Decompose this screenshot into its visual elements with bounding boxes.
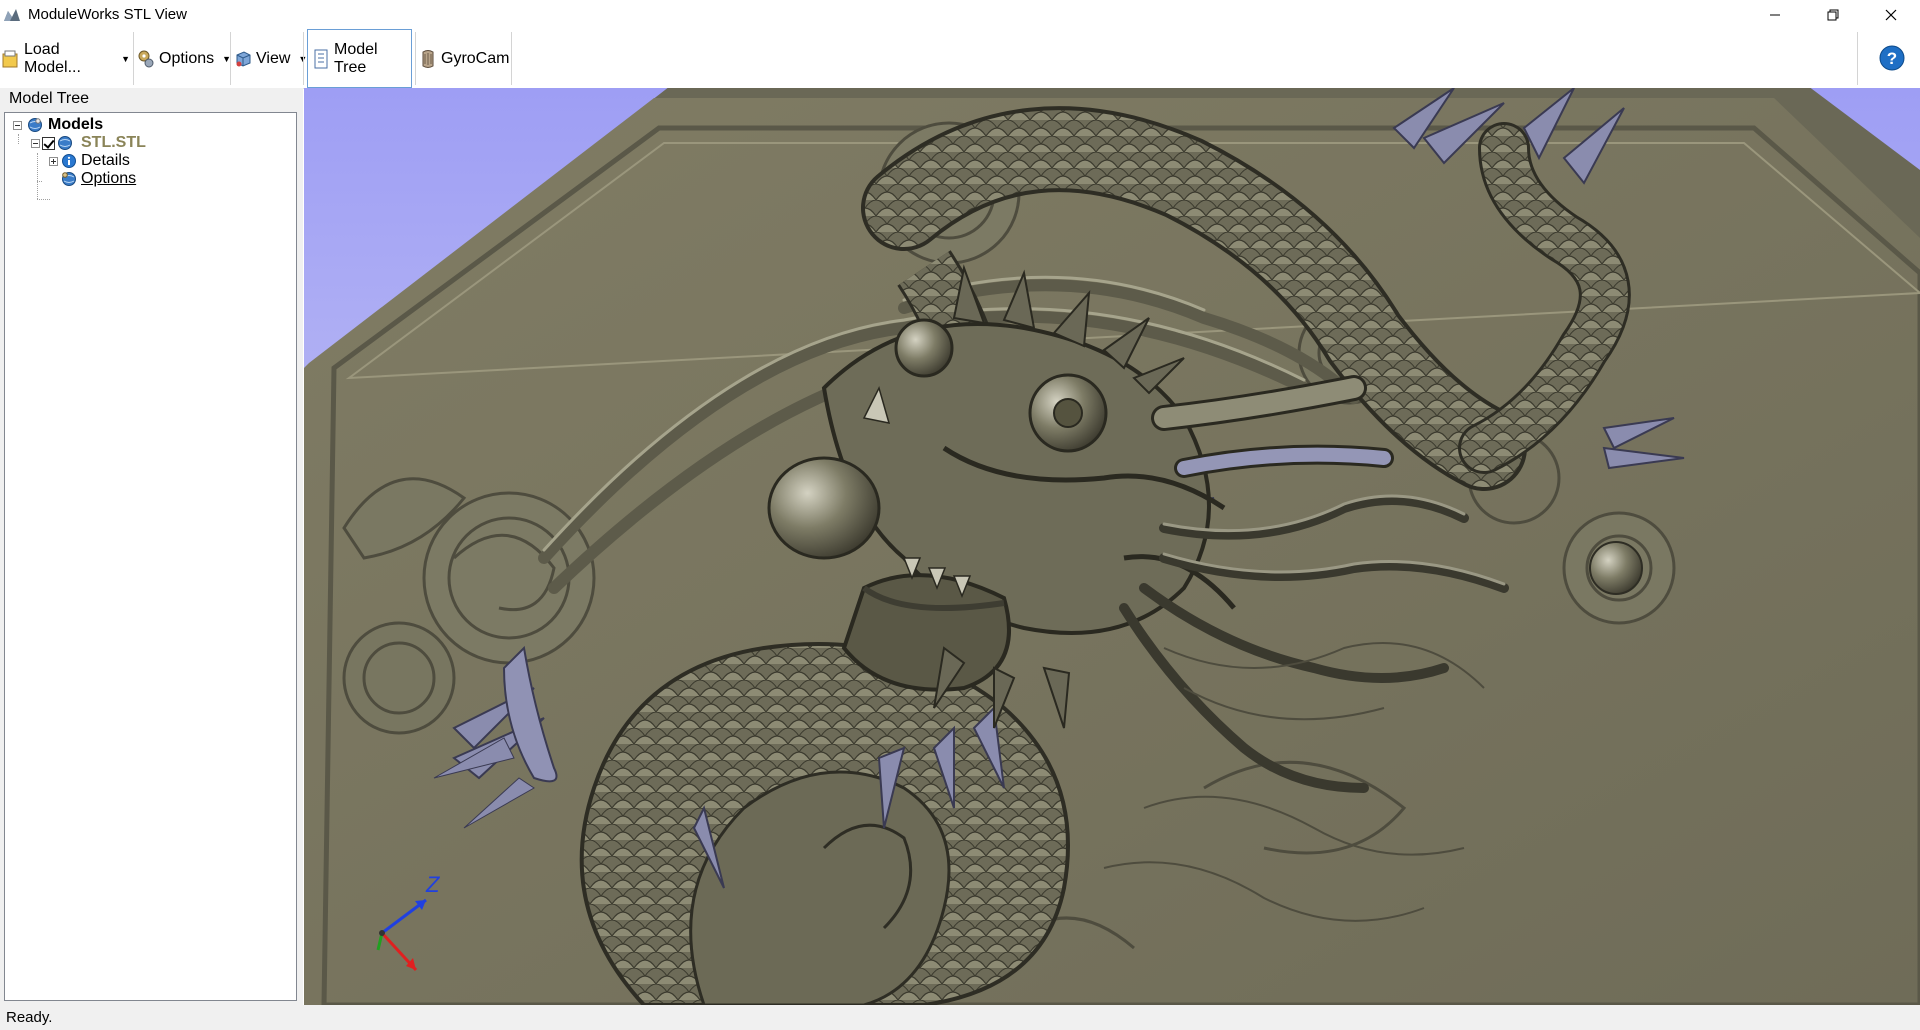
- restore-icon: [1827, 9, 1839, 20]
- window-title: ModuleWorks STL View: [28, 6, 187, 23]
- folder-icon: [2, 49, 20, 69]
- view-button[interactable]: View ▼: [234, 29, 307, 88]
- expand-toggle-icon[interactable]: [49, 156, 58, 166]
- toolbar-separator: [303, 32, 304, 85]
- collapse-toggle-icon[interactable]: [31, 138, 40, 148]
- gyrocam-icon: [419, 49, 437, 69]
- toolbar: Load Model... ▼ Options ▼ View ▼: [0, 29, 1920, 89]
- gyrocam-label: GyroCam: [441, 49, 510, 67]
- tree-doc-icon: [312, 49, 330, 69]
- tree-connector: [37, 153, 38, 199]
- pearl: [1589, 541, 1643, 595]
- model-visible-checkbox[interactable]: [42, 136, 55, 150]
- cube-view-icon: [234, 49, 252, 69]
- status-text: Ready.: [6, 1009, 53, 1026]
- restore-button[interactable]: [1804, 0, 1862, 29]
- svg-text:?: ?: [1887, 49, 1897, 68]
- options-button[interactable]: Options ▼: [137, 29, 231, 88]
- model-tree-button[interactable]: Model Tree: [307, 29, 412, 88]
- toolbar-separator: [230, 32, 231, 85]
- model-tree-panel: Model Tree Models STL.STL Details Option…: [0, 88, 303, 1005]
- toolbar-separator: [1857, 32, 1858, 85]
- load-model-label: Load Model...: [24, 40, 81, 76]
- tree-view[interactable]: Models STL.STL Details Options: [4, 112, 297, 1001]
- tree-connector: [37, 199, 50, 200]
- status-bar: Ready.: [0, 1005, 1920, 1030]
- help-button[interactable]: ?: [1878, 44, 1906, 72]
- collapse-toggle-icon[interactable]: [13, 120, 22, 130]
- gears-icon: [137, 49, 155, 69]
- toolbar-separator: [415, 32, 416, 85]
- minimize-button[interactable]: [1746, 0, 1804, 29]
- moduleworks-logo-icon: [2, 5, 22, 25]
- minimize-icon: [1770, 14, 1780, 15]
- view-label: View: [256, 49, 291, 67]
- help-icon: ?: [1879, 45, 1905, 71]
- globe-icon: [27, 117, 43, 133]
- panel-title: Model Tree: [9, 90, 90, 107]
- tree-label-options: Options: [81, 170, 137, 187]
- close-button[interactable]: [1862, 0, 1920, 29]
- close-icon: [1885, 9, 1897, 20]
- title-bar: ModuleWorks STL View: [0, 0, 1920, 29]
- viewport-canvas: Z: [304, 88, 1920, 1005]
- options-globe-icon: [61, 171, 77, 187]
- tree-connector: [37, 181, 42, 182]
- gyrocam-button[interactable]: GyroCam: [419, 29, 509, 88]
- 3d-viewport[interactable]: Z: [304, 88, 1920, 1005]
- options-label: Options: [159, 49, 215, 67]
- globe-icon: [57, 135, 73, 151]
- model-tree-label: Model Tree: [334, 40, 378, 76]
- toolbar-separator: [133, 32, 134, 85]
- info-icon: [61, 153, 77, 169]
- chevron-down-icon: ▼: [121, 53, 130, 64]
- tree-node-options[interactable]: Options: [61, 168, 136, 190]
- toolbar-separator: [511, 32, 512, 85]
- z-axis-label: Z: [425, 872, 441, 897]
- load-model-button[interactable]: Load Model... ▼: [2, 29, 130, 88]
